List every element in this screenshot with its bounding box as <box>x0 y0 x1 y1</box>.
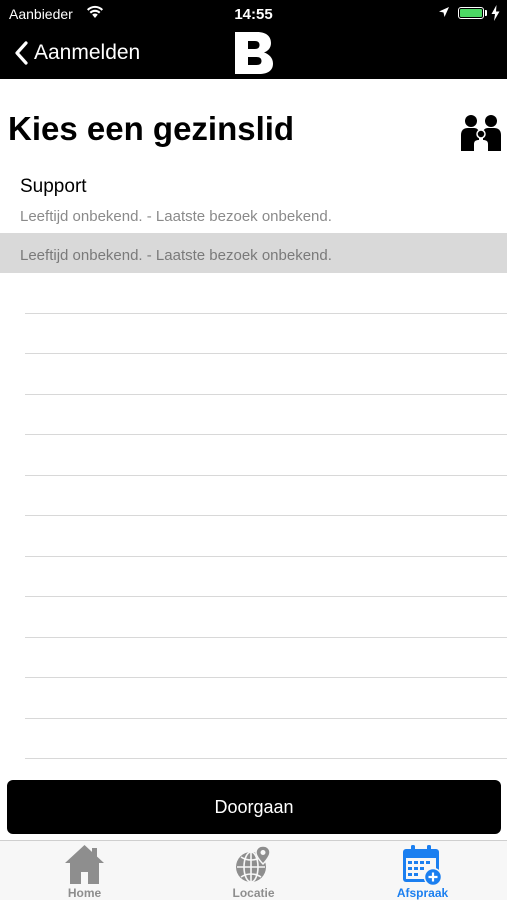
empty-row <box>25 638 507 678</box>
charging-bolt-icon <box>491 5 500 21</box>
empty-row <box>25 395 507 435</box>
globe-pin-icon <box>236 845 271 883</box>
family-icon[interactable] <box>460 114 502 152</box>
battery-cap <box>485 10 487 16</box>
family-member-item[interactable]: Support Leeftijd onbekend. - Laatste bez… <box>0 168 507 232</box>
empty-row <box>25 354 507 395</box>
empty-row <box>25 678 507 719</box>
family-member-details: Leeftijd onbekend. - Laatste bezoek onbe… <box>20 247 332 264</box>
page-title: Kies een gezinslid <box>8 110 295 147</box>
family-member-details: Leeftijd onbekend. - Laatste bezoek onbe… <box>20 208 332 225</box>
home-icon <box>65 845 104 884</box>
empty-row <box>25 273 507 314</box>
empty-row <box>25 314 507 354</box>
back-label: Aanmelden <box>34 41 141 64</box>
empty-row <box>25 476 507 516</box>
empty-row <box>25 719 507 759</box>
status-bar: Aanbieder 14:55 <box>0 0 507 28</box>
battery-icon <box>458 7 484 19</box>
status-time: 14:55 <box>234 6 273 23</box>
empty-row <box>25 516 507 557</box>
tab-location[interactable]: Locatie <box>169 841 338 901</box>
location-arrow-icon <box>439 7 449 17</box>
family-member-item-selected[interactable]: Leeftijd onbekend. - Laatste bezoek onbe… <box>0 233 507 273</box>
empty-row <box>25 435 507 476</box>
tab-label: Locatie <box>232 886 275 900</box>
calendar-plus-icon <box>403 845 443 886</box>
continue-button[interactable]: Doorgaan <box>7 780 501 834</box>
tab-home[interactable]: Home <box>0 841 169 901</box>
brand-logo <box>235 32 273 74</box>
tab-appointment[interactable]: Afspraak <box>338 841 507 901</box>
tab-bar: Home Locatie Afspraak <box>0 840 507 900</box>
empty-row <box>25 597 507 638</box>
tab-label: Home <box>67 886 102 900</box>
tab-label: Afspraak <box>396 886 449 900</box>
empty-row <box>25 557 507 597</box>
back-button[interactable]: Aanmelden <box>14 38 140 68</box>
empty-list <box>0 273 507 759</box>
chevron-left-icon <box>15 41 28 65</box>
family-member-name: Support <box>20 176 87 197</box>
navigation-bar: Aanmelden <box>0 28 507 79</box>
